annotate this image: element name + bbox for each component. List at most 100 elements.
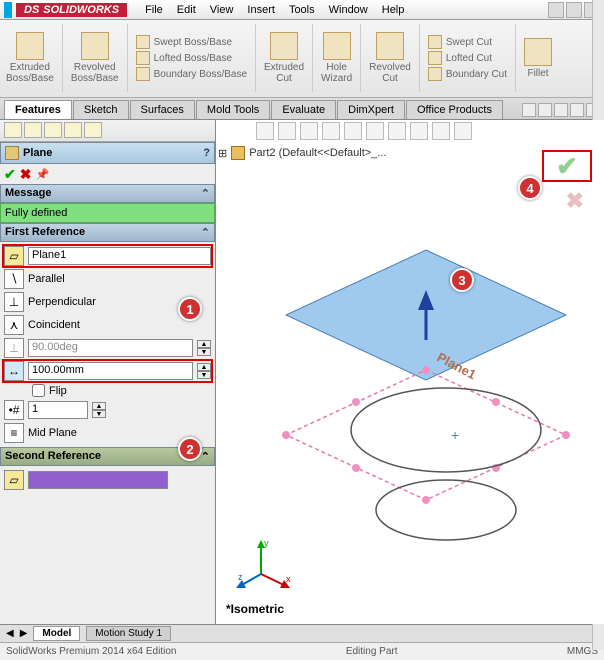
reference-plane-icon[interactable]: ▱ [4,246,24,266]
swept-boss-button[interactable]: Swept Boss/Base [136,35,247,49]
reference-selection-field[interactable]: Plane1 [28,247,211,265]
lofted-boss-button[interactable]: Lofted Boss/Base [136,51,247,65]
tab-mold-tools[interactable]: Mold Tools [196,100,270,119]
confirm-cancel-icon[interactable]: ✖ [566,188,584,214]
search-icon[interactable] [548,2,564,18]
section-view-icon[interactable] [322,122,340,140]
first-reference-header[interactable]: First Reference ⌃ [0,223,215,242]
plane-handle[interactable] [562,431,570,439]
extruded-cut-button[interactable]: Extruded Cut [264,24,313,92]
nav-next-icon[interactable]: ▶ [20,628,28,639]
menu-file[interactable]: File [139,2,169,18]
confirm-ok-icon[interactable]: ✔ [556,151,578,182]
zoom-fit-icon[interactable] [256,122,274,140]
view-orientation-icon[interactable] [344,122,362,140]
collapse-icon: ⌃ [201,187,210,200]
perpendicular-icon: ⊥ [4,292,24,312]
app-logo: DS SOLIDWORKS [16,3,127,17]
pushpin-icon[interactable]: 📌 [35,168,49,181]
plane-handle[interactable] [352,398,360,406]
edit-appearance-icon[interactable] [410,122,428,140]
boss-stack: Swept Boss/Base Lofted Boss/Base Boundar… [136,24,256,92]
flip-checkbox[interactable] [32,384,45,397]
view-triad[interactable]: y x z [236,534,296,594]
graphics-viewport[interactable]: ⊞ Part2 (Default<<Default>_... ✔ ✖ [216,120,604,624]
sketch-ellipse-bottom [376,480,516,540]
revolved-cut-label: Revolved Cut [369,62,411,84]
menu-tools[interactable]: Tools [283,2,321,18]
ok-button[interactable]: ✔ [4,166,16,183]
instances-field[interactable]: 1 [28,401,88,419]
tab-features[interactable]: Features [4,100,72,119]
tab-motion-study[interactable]: Motion Study 1 [86,626,171,641]
tab-surfaces[interactable]: Surfaces [130,100,195,119]
nav-prev-icon[interactable]: ◀ [6,628,14,639]
tab-office-products[interactable]: Office Products [406,100,503,119]
ribbon: Extruded Boss/Base Revolved Boss/Base Sw… [0,20,604,98]
dimxpert-manager-icon[interactable] [64,122,82,138]
tab-evaluate[interactable]: Evaluate [271,100,336,119]
tab-model[interactable]: Model [33,626,80,641]
tab-sketch[interactable]: Sketch [73,100,129,119]
extruded-boss-button[interactable]: Extruded Boss/Base [6,24,63,92]
plane-handle[interactable] [492,398,500,406]
instances-spinner[interactable]: ▲▼ [92,402,106,418]
z-axis-label: z [238,572,243,582]
fillet-button[interactable]: Fillet [524,24,560,92]
menu-edit[interactable]: Edit [171,2,202,18]
doc-icon[interactable] [522,103,536,117]
plane-handle[interactable] [282,431,290,439]
minimize-icon[interactable] [538,103,552,117]
flyout-tree[interactable]: ⊞ Part2 (Default<<Default>_... [218,146,387,160]
instances-icon: •# [4,400,24,420]
menu-window[interactable]: Window [323,2,374,18]
previous-view-icon[interactable] [300,122,318,140]
dropdown-icon[interactable] [566,2,582,18]
expand-icon[interactable]: ⊞ [218,147,227,160]
config-manager-icon[interactable] [44,122,62,138]
parallel-option[interactable]: ∖Parallel [4,269,211,289]
boundary-boss-button[interactable]: Boundary Boss/Base [136,67,247,81]
revolved-boss-button[interactable]: Revolved Boss/Base [71,24,128,92]
menu-insert[interactable]: Insert [241,2,281,18]
distance-field[interactable]: 100.00mm [28,362,193,380]
plane-handle[interactable] [422,366,430,374]
plane-handle[interactable] [422,496,430,504]
angle-spinner[interactable]: ▲▼ [197,340,211,356]
hole-wizard-icon [323,32,351,60]
swept-cut-label: Swept Cut [446,37,492,48]
plane-handle[interactable] [352,464,360,472]
feature-tree-icon[interactable] [4,122,22,138]
menu-help[interactable]: Help [376,2,411,18]
help-icon[interactable]: ? [203,147,210,159]
zoom-area-icon[interactable] [278,122,296,140]
menu-view[interactable]: View [204,2,240,18]
coincident-option[interactable]: ⋏Coincident [4,315,211,335]
second-ref-field[interactable] [28,471,168,489]
angle-field[interactable]: 90.00deg [28,339,193,357]
hole-wizard-label: Hole Wizard [321,62,352,84]
midplane-option[interactable]: ≡Mid Plane [4,423,211,443]
lofted-boss-label: Lofted Boss/Base [154,53,232,64]
boundary-cut-button[interactable]: Boundary Cut [428,67,507,81]
view-settings-icon[interactable] [454,122,472,140]
hide-show-icon[interactable] [388,122,406,140]
apply-scene-icon[interactable] [432,122,450,140]
tab-dimxpert[interactable]: DimXpert [337,100,405,119]
display-style-icon[interactable] [366,122,384,140]
hole-wizard-button[interactable]: Hole Wizard [321,24,361,92]
first-reference-label: First Reference [5,226,85,239]
display-manager-icon[interactable] [84,122,102,138]
cancel-button[interactable]: ✖ [20,166,32,183]
message-header[interactable]: Message ⌃ [0,184,215,203]
revolved-cut-button[interactable]: Revolved Cut [369,24,420,92]
restore-icon[interactable] [554,103,568,117]
menubar: File Edit View Insert Tools Window Help [139,2,410,18]
second-ref-icon[interactable]: ▱ [4,470,24,490]
maximize-icon[interactable] [570,103,584,117]
property-manager-icon[interactable] [24,122,42,138]
swept-cut-button[interactable]: Swept Cut [428,35,507,49]
midplane-icon: ≡ [4,423,24,443]
lofted-cut-button[interactable]: Lofted Cut [428,51,507,65]
distance-spinner[interactable]: ▲▼ [197,363,211,379]
